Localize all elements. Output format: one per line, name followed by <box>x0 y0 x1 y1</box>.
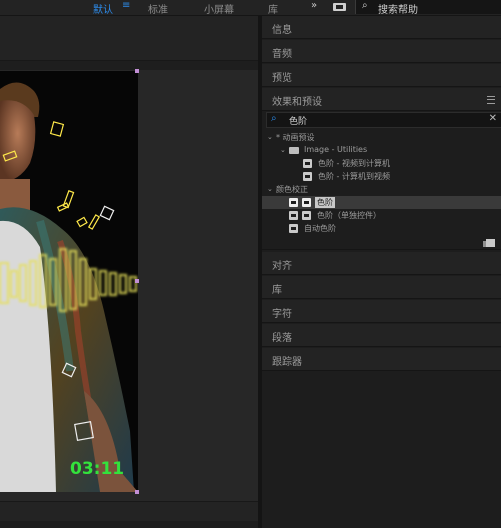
tree-item-animation-presets[interactable]: ⌄ * 动画预设 <box>262 131 501 144</box>
help-search-input[interactable]: ⌕ 搜索帮助 <box>355 0 501 16</box>
panel-align-title: 对齐 <box>272 261 292 272</box>
panel-effects-presets[interactable]: 效果和预设 <box>262 88 501 111</box>
chevron-down-icon[interactable]: ⌄ <box>267 133 273 141</box>
effect-32bit-icon <box>289 198 298 207</box>
panel-divider-line <box>262 249 501 250</box>
tree-item-preset-computer-to-video[interactable]: 色阶 - 计算机到视频 <box>262 170 501 183</box>
tree-item-label: 色阶 - 计算机到视频 <box>318 172 390 181</box>
panel-audio[interactable]: 音频 <box>262 40 501 63</box>
panel-menu-icon[interactable] <box>487 96 495 104</box>
panel-libraries-title: 库 <box>272 285 282 296</box>
right-panel-stack: 信息 音频 预览 效果和预设 ⌕ 色阶 ✕ ⌄ * 动画预设 ⌄ Image -… <box>262 16 501 528</box>
composition-image <box>0 82 138 492</box>
preset-icon <box>303 159 312 168</box>
folder-icon <box>289 147 299 154</box>
effect-icon <box>302 198 311 207</box>
tree-item-auto-levels[interactable]: 自动色阶 <box>262 222 501 235</box>
workspace-standard[interactable]: 标准 <box>148 1 168 16</box>
effect-icon <box>289 224 298 233</box>
effects-tree: ⌄ * 动画预设 ⌄ Image - Utilities 色阶 - 视频到计算机… <box>262 129 501 239</box>
preset-icon <box>303 172 312 181</box>
panel-audio-title: 音频 <box>272 49 292 60</box>
panel-info[interactable]: 信息 <box>262 16 501 39</box>
chevron-down-icon[interactable]: ⌄ <box>280 146 286 154</box>
chevron-down-icon[interactable]: ⌄ <box>267 185 273 193</box>
tree-item-label: 颜色校正 <box>276 185 308 194</box>
composition-panel-header <box>0 16 258 61</box>
effect-icon <box>302 211 311 220</box>
clear-search-icon[interactable]: ✕ <box>489 113 497 124</box>
tree-item-label: 色阶 <box>315 197 335 208</box>
new-bin-icon[interactable] <box>483 239 495 247</box>
tree-item-color-correction[interactable]: ⌄ 颜色校正 <box>262 183 501 196</box>
search-icon: ⌕ <box>271 113 277 124</box>
panel-align[interactable]: 对齐 <box>262 252 501 275</box>
panel-character[interactable]: 字符 <box>262 300 501 323</box>
composition-frame[interactable] <box>0 71 138 492</box>
transform-handle-top-right[interactable] <box>135 69 139 73</box>
tree-item-preset-video-to-computer[interactable]: 色阶 - 视频到计算机 <box>262 157 501 170</box>
composition-footer <box>0 501 258 521</box>
workspace-edit-icon[interactable] <box>333 3 346 11</box>
effects-search-input[interactable]: ⌕ 色阶 ✕ <box>266 112 501 128</box>
panel-libraries[interactable]: 库 <box>262 276 501 299</box>
search-icon: ⌕ <box>362 0 368 11</box>
tree-item-image-utilities[interactable]: ⌄ Image - Utilities <box>262 144 501 157</box>
tree-item-label: 自动色阶 <box>304 224 336 233</box>
workspace-default[interactable]: 默认 <box>93 1 113 16</box>
panel-preview-title: 预览 <box>272 73 292 84</box>
tree-item-levels[interactable]: 色阶 <box>262 196 501 209</box>
tree-item-label: * 动画预设 <box>276 133 315 142</box>
panel-paragraph[interactable]: 段落 <box>262 324 501 347</box>
tree-item-levels-individual[interactable]: 色阶（单独控件） <box>262 209 501 222</box>
tree-item-label: 色阶 - 视频到计算机 <box>318 159 390 168</box>
workspace-menu-icon[interactable]: ≡ <box>122 0 130 11</box>
effect-32bit-icon <box>289 211 298 220</box>
transform-handle-bottom-right[interactable] <box>135 490 139 494</box>
timecode-overlay: 03:11 <box>70 459 125 479</box>
panel-tracker[interactable]: 跟踪器 <box>262 348 501 371</box>
panel-effects-presets-title: 效果和预设 <box>272 97 322 108</box>
effects-search-value: 色阶 <box>289 117 308 127</box>
panel-info-title: 信息 <box>272 25 292 36</box>
transform-handle-right[interactable] <box>135 279 139 283</box>
help-search-placeholder: 搜索帮助 <box>378 5 418 16</box>
panel-tracker-title: 跟踪器 <box>272 357 302 368</box>
panel-preview[interactable]: 预览 <box>262 64 501 87</box>
workspace-small-screen[interactable]: 小屏幕 <box>204 1 234 16</box>
workspace-libraries[interactable]: 库 <box>268 1 278 16</box>
tree-item-label: Image - Utilities <box>304 145 368 154</box>
workspace-overflow-icon[interactable]: » <box>311 0 317 11</box>
panel-paragraph-title: 段落 <box>272 333 292 344</box>
panel-character-title: 字符 <box>272 309 292 320</box>
workspace-bar: 默认 ≡ 标准 小屏幕 库 » ⌕ 搜索帮助 <box>0 0 501 16</box>
tree-item-label: 色阶（单独控件） <box>317 211 381 220</box>
